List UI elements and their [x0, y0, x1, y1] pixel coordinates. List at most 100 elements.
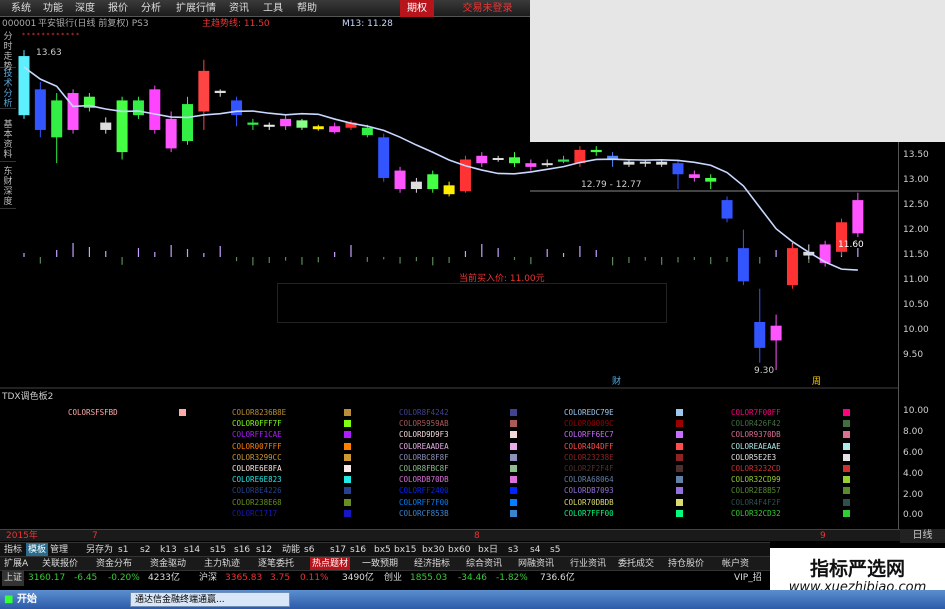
redaction-box	[277, 283, 667, 323]
palette-color-name: COLOR8FBC8F	[399, 464, 449, 473]
start-button[interactable]: ■ 开始	[0, 590, 41, 609]
ext-tab[interactable]: 扩展A	[4, 557, 28, 571]
cy-amount: 736.6亿	[540, 573, 575, 583]
ext-tab[interactable]: 热点题材	[310, 557, 351, 571]
funcbar-item[interactable]: s15	[210, 543, 226, 557]
index-status-bar: 上证 3160.17 -6.45 -0.20% 4233亿 沪深 3365.83…	[0, 570, 770, 586]
funcbar-item[interactable]: s14	[184, 543, 200, 557]
funcbar-item[interactable]: s2	[140, 543, 150, 557]
date-month-9: 9	[820, 531, 826, 541]
funcbar-item[interactable]: s16	[350, 543, 366, 557]
palette-color-name: COLORE6E8FA	[232, 464, 282, 473]
palette-color-name: COLORFF2400	[399, 486, 449, 496]
palette-swatch	[344, 409, 351, 416]
funcbar-item[interactable]: s5	[550, 543, 560, 557]
sz-percent: 0.11%	[300, 573, 329, 583]
ext-tab[interactable]: 主力轨迹	[204, 557, 240, 571]
ext-tab[interactable]: 行业资讯	[570, 557, 606, 571]
cy-change: -34.46	[458, 573, 488, 583]
funcbar-item[interactable]: 管理	[50, 543, 68, 557]
ext-tab[interactable]: 综合资讯	[466, 557, 502, 571]
palette-swatch	[344, 420, 351, 428]
ext-tab[interactable]: 资金分布	[96, 557, 132, 571]
palette-swatch	[843, 498, 850, 506]
ext-tab[interactable]: 网融资讯	[518, 557, 554, 571]
funcbar-item[interactable]: bx15	[394, 543, 417, 557]
period-daily-button[interactable]: 日线	[900, 529, 945, 543]
palette-color-name: COLORDB7093	[564, 486, 614, 496]
palette-swatch	[843, 487, 850, 495]
funcbar-item[interactable]: s12	[256, 543, 272, 557]
candle-body	[590, 149, 602, 153]
taskbar-item-tdx[interactable]: 通达信金融终端通赢...	[130, 592, 290, 607]
candle-body	[509, 157, 520, 164]
ext-tab[interactable]: 帐户资	[722, 557, 749, 571]
palette-swatch	[843, 431, 850, 439]
sz-label[interactable]: 沪深	[199, 571, 217, 586]
palette-swatch	[510, 498, 517, 506]
palette-color-name: COLOR8236B8E	[232, 408, 287, 417]
vip-label[interactable]: VIP_招	[734, 571, 762, 586]
palette-swatch	[676, 420, 683, 428]
ext-tab[interactable]: 资金驱动	[150, 557, 186, 571]
ext-tab[interactable]: 持仓股价	[668, 557, 704, 571]
palette-swatch	[510, 465, 517, 472]
palette-color-name: COLOR3299CC	[232, 452, 282, 462]
palette-color-name: COLOR70DBDB	[564, 497, 614, 507]
indicator-toolbar: 指标 模板 管理 另存为 s1 s2 k13 s14 s15 s16 s12 动能 s6 s17 s16 bx…	[0, 542, 770, 557]
palette-color-name: COLORFF7F00	[399, 497, 449, 507]
palette-swatch	[344, 498, 351, 506]
candle-body	[165, 118, 177, 149]
palette-color-name: COLOR32CD99	[731, 475, 781, 485]
palette-swatch	[843, 442, 850, 450]
palette-color-name: COLORD9D9F3	[399, 430, 449, 440]
ext-tab[interactable]: 经济指标	[414, 557, 450, 571]
funcbar-item[interactable]: s17	[330, 543, 346, 557]
palette-color-name: COLOREAEAAE	[731, 441, 781, 451]
candle-body	[198, 70, 210, 112]
candle-body	[623, 161, 635, 165]
funcbar-item[interactable]: bx60	[448, 543, 471, 557]
palette-swatch	[676, 442, 683, 450]
funcbar-item[interactable]: s1	[118, 543, 128, 557]
sh-label[interactable]: 上证	[2, 571, 25, 586]
funcbar-item[interactable]: s3	[508, 543, 518, 557]
palette-color-name: COLORA68064	[564, 475, 614, 485]
ext-tab[interactable]: 一致预期	[362, 557, 398, 571]
candle-body	[116, 100, 128, 153]
palette-color-name: COLOR0FFF7F	[232, 419, 282, 429]
funcbar-item[interactable]: k13	[160, 543, 177, 557]
palette-swatch	[510, 420, 517, 428]
low-label: 9.30	[754, 366, 774, 376]
funcbar-item[interactable]: bx5	[374, 543, 391, 557]
funcbar-item[interactable]: s16	[234, 543, 250, 557]
funcbar-item[interactable]: s6	[304, 543, 314, 557]
sh-percent: -0.20%	[108, 573, 140, 583]
ext-tab[interactable]: 逐笔委托	[258, 557, 294, 571]
ext-tab[interactable]: 委托成交	[618, 557, 654, 571]
funcbar-item[interactable]: 指标	[4, 543, 22, 557]
candle-body	[639, 161, 651, 164]
candle-body	[427, 174, 439, 190]
funcbar-item[interactable]: bx30	[422, 543, 445, 557]
candle-body	[705, 177, 717, 182]
palette-color-name: COLOR2F2F4F	[564, 464, 614, 473]
candle-body	[296, 120, 308, 128]
candlestick-chart[interactable]: 13.63 12.79 - 12.77 9.30 当前买入价: 11.00元 财…	[0, 0, 945, 400]
palette-swatch	[344, 453, 351, 461]
palette-swatch	[843, 465, 850, 472]
funcbar-item[interactable]: 动能	[282, 543, 300, 557]
funcbar-item[interactable]: s4	[530, 543, 540, 557]
candle-body	[558, 159, 570, 162]
funcbar-item[interactable]: 另存为	[86, 543, 113, 557]
ext-tab[interactable]: 关联报价	[42, 557, 78, 571]
candle-body	[182, 104, 193, 142]
funcbar-item[interactable]: bx日	[478, 543, 498, 557]
palette-swatch	[344, 476, 351, 484]
cy-label[interactable]: 创业	[384, 571, 402, 586]
candle-body	[132, 100, 144, 116]
os-taskbar: ■ 开始 通达信金融终端通赢...	[0, 590, 945, 609]
palette-color-name: COLOR238E68	[232, 497, 282, 507]
palette-swatch	[843, 420, 850, 428]
funcbar-item[interactable]: 模板	[26, 543, 49, 557]
